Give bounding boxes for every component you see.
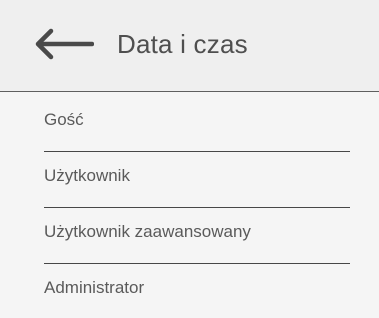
list-item-administrator[interactable]: Administrator <box>44 260 350 316</box>
list-item-user[interactable]: Użytkownik <box>44 148 350 208</box>
list-item-label: Użytkownik <box>44 166 130 185</box>
list-item-label: Użytkownik zaawansowany <box>44 222 251 241</box>
list-item-label: Administrator <box>44 278 145 297</box>
back-button[interactable] <box>32 27 94 61</box>
role-list: Gość Użytkownik Użytkownik zaawansowany … <box>0 92 379 318</box>
list-item-advanced-user[interactable]: Użytkownik zaawansowany <box>44 204 350 264</box>
page-title: Data i czas <box>117 29 248 59</box>
header-bar: Data i czas <box>0 0 379 92</box>
list-item-label: Gość <box>44 110 84 129</box>
arrow-left-icon <box>32 27 94 61</box>
list-item-guest[interactable]: Gość <box>44 92 350 152</box>
